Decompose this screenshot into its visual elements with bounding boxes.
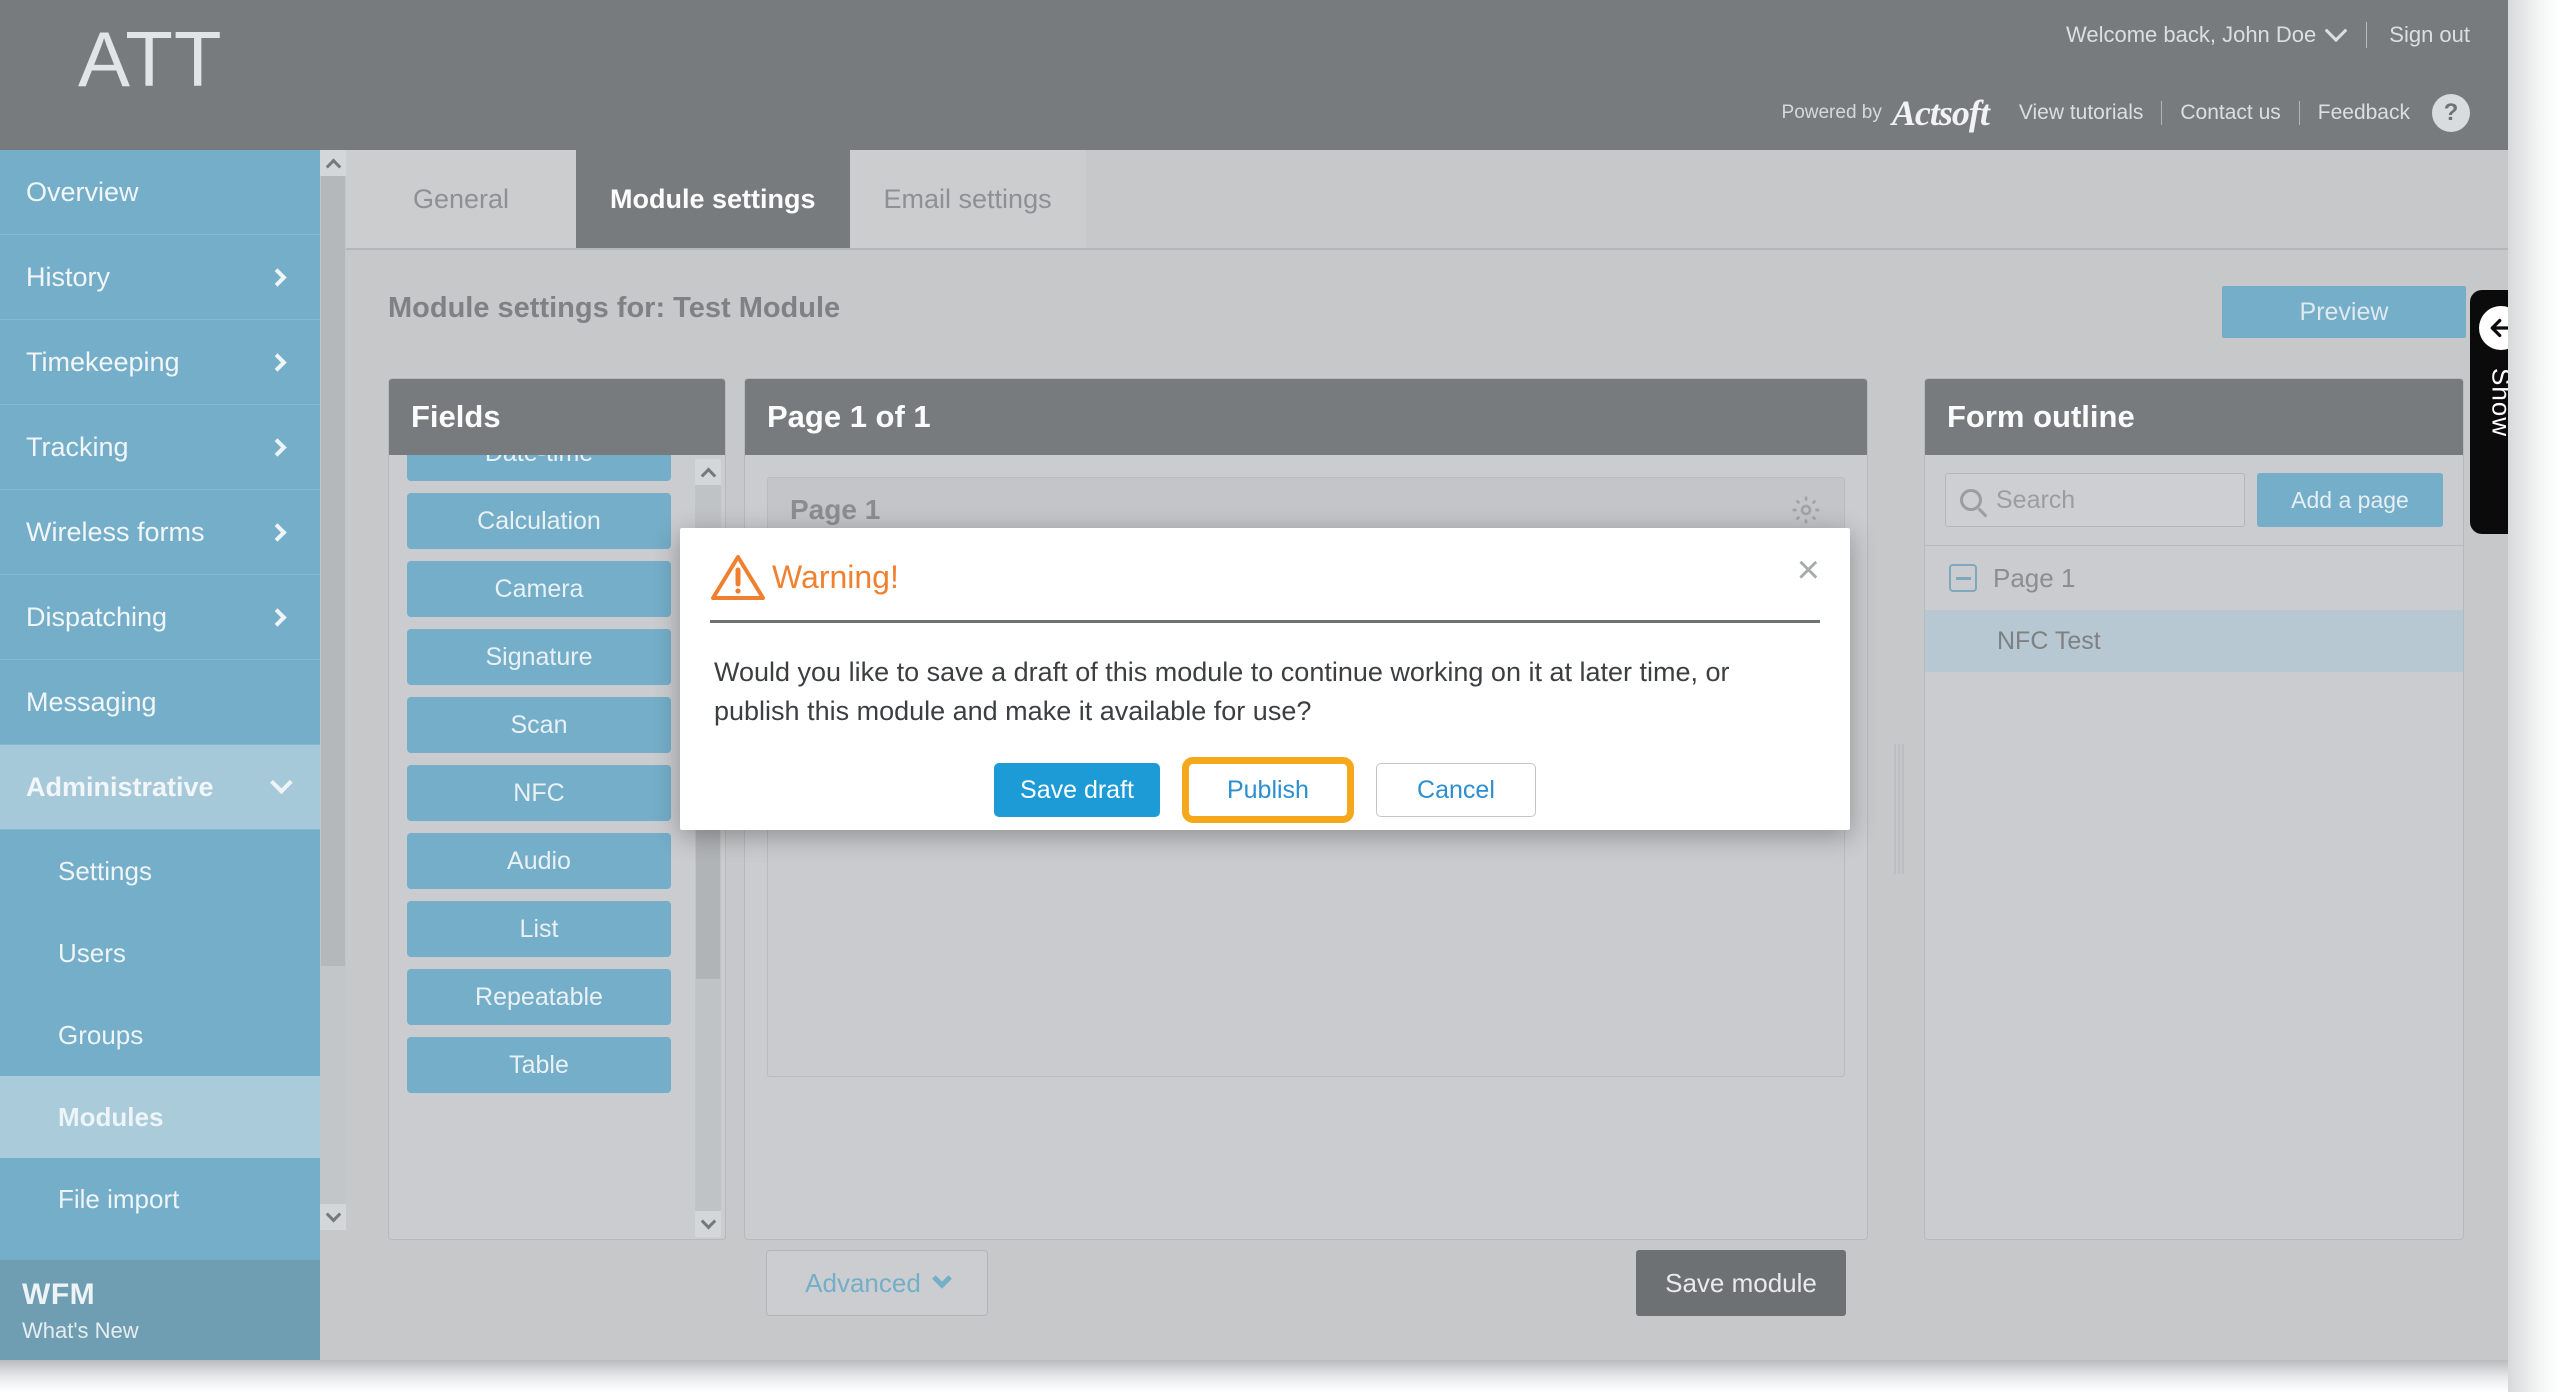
cancel-button[interactable]: Cancel bbox=[1375, 763, 1536, 818]
dialog-title: Warning! bbox=[772, 558, 899, 595]
dialog-message: Would you like to save a draft of this m… bbox=[714, 657, 1730, 727]
dialog-actions: Save draft Publish Cancel bbox=[680, 757, 1850, 824]
dialog-header: Warning! × bbox=[680, 528, 1850, 602]
save-draft-button[interactable]: Save draft bbox=[994, 763, 1160, 818]
close-icon[interactable]: × bbox=[1797, 550, 1820, 590]
warning-icon bbox=[710, 552, 766, 602]
page-right-gutter bbox=[2508, 0, 2560, 1392]
publish-button[interactable]: Publish bbox=[1181, 757, 1354, 824]
app-window: ATT Welcome back, John Doe Sign out Powe… bbox=[0, 0, 2560, 1392]
warning-dialog: Warning! × Would you like to save a draf… bbox=[680, 528, 1850, 830]
page-bottom-shadow bbox=[0, 1360, 2560, 1392]
